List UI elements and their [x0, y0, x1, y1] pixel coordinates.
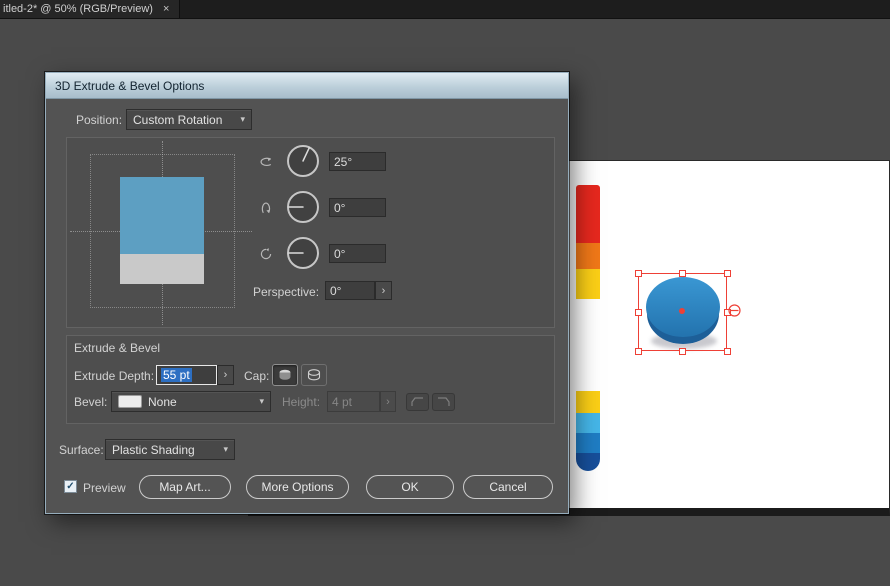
bevel-height-label: Height: [282, 395, 321, 409]
perspective-field[interactable]: 0° [325, 281, 375, 300]
position-dropdown[interactable]: Custom Rotation ▾ [126, 109, 252, 130]
cap-hollow-icon [307, 369, 321, 381]
bevel-extent-out-icon [411, 397, 423, 406]
chevron-down-icon: ▾ [223, 444, 228, 454]
position-label: Position: [76, 113, 123, 127]
illustrator-window: itled-2* @ 50% (RGB/Preview) × 3D Extrud… [0, 0, 890, 586]
rotate-x-value: 25° [334, 154, 353, 169]
bevel-extent-out-button [406, 393, 429, 411]
rotate-z-dial[interactable] [286, 236, 320, 270]
more-options-button-label: More Options [261, 480, 334, 494]
chevron-down-icon: ▾ [259, 396, 264, 406]
rotate-y-field[interactable]: 0° [329, 198, 386, 217]
chevron-right-icon: › [223, 369, 228, 381]
rotate-x-field[interactable]: 25° [329, 152, 386, 171]
rotate-y-value: 0° [334, 200, 346, 215]
selection-handle-bottom-left[interactable] [635, 348, 642, 355]
surface-dropdown[interactable]: Plastic Shading ▾ [105, 439, 235, 460]
surface-label: Surface: [59, 443, 104, 457]
document-tab-title: itled-2* @ 50% (RGB/Preview) [3, 3, 153, 15]
track-cube-front-face[interactable] [120, 177, 204, 254]
check-icon: ✓ [66, 481, 75, 492]
extrude-bevel-section-title: Extrude & Bevel [74, 341, 161, 355]
map-art-button[interactable]: Map Art... [139, 475, 231, 499]
cap-label: Cap: [244, 369, 270, 383]
dial-face [287, 191, 319, 223]
bevel-height-value: 4 pt [332, 394, 353, 409]
perspective-label: Perspective: [253, 285, 320, 299]
selection-handle-bottom-right[interactable] [724, 348, 731, 355]
artwork-strip-segment[interactable] [576, 185, 600, 243]
selection-center-anchor[interactable] [679, 308, 685, 314]
position-dropdown-value: Custom Rotation [133, 112, 223, 127]
cancel-button-label: Cancel [489, 480, 527, 494]
rotate-z-field[interactable]: 0° [329, 244, 386, 263]
chevron-down-icon: ▾ [240, 114, 245, 124]
bevel-label: Bevel: [74, 395, 108, 409]
cap-on-button[interactable] [272, 364, 298, 386]
selection-handle-top-center[interactable] [679, 270, 686, 277]
artwork-strip-segment[interactable] [576, 299, 600, 391]
rotate-x-dial[interactable] [286, 144, 320, 178]
extrude-depth-value: 55 pt [161, 368, 192, 382]
rotate-y-dial[interactable] [286, 190, 320, 224]
extrude-depth-stepper-button[interactable]: › [217, 365, 234, 385]
dialog-title: 3D Extrude & Bevel Options [55, 78, 205, 93]
bevel-extent-in-icon [438, 397, 450, 406]
artwork-strip-segment[interactable] [576, 269, 600, 299]
cap-off-button[interactable] [301, 364, 327, 386]
bevel-height-stepper-button: › [380, 391, 396, 412]
artwork-strip-segment[interactable] [576, 453, 600, 471]
rotate-z-value: 0° [334, 246, 346, 261]
chevron-right-icon: › [381, 284, 386, 297]
perspective-value: 0° [330, 283, 342, 298]
ok-button[interactable]: OK [366, 475, 454, 499]
perspective-stepper-button[interactable]: › [375, 281, 392, 300]
tab-close-icon[interactable]: × [163, 3, 169, 15]
dial-face [287, 145, 319, 177]
preview-checkbox[interactable]: ✓ [64, 480, 77, 493]
bevel-preview-swatch [118, 395, 142, 408]
track-cube-extrude-face[interactable] [120, 254, 204, 284]
selection-handle-top-left[interactable] [635, 270, 642, 277]
rotate-target-icon [728, 304, 741, 317]
bevel-dropdown[interactable]: None ▾ [111, 391, 271, 412]
artwork-strip-segment[interactable] [576, 391, 600, 413]
bevel-height-field: 4 pt [327, 391, 380, 412]
document-tab-bar: itled-2* @ 50% (RGB/Preview) × [0, 0, 890, 19]
more-options-button[interactable]: More Options [246, 475, 349, 499]
selection-handle-bottom-center[interactable] [679, 348, 686, 355]
rotate-y-axis-icon [258, 200, 274, 216]
extrude-depth-field[interactable]: 55 pt [156, 365, 217, 385]
extrude-bevel-dialog: 3D Extrude & Bevel Options Position: Cus… [45, 72, 569, 514]
rotate-x-axis-icon [258, 154, 274, 170]
rotate-z-axis-icon [258, 246, 274, 262]
map-art-button-label: Map Art... [159, 480, 211, 494]
selection-handle-top-right[interactable] [724, 270, 731, 277]
dial-face [287, 237, 319, 269]
bevel-dropdown-value: None [148, 394, 177, 409]
selection-handle-mid-left[interactable] [635, 309, 642, 316]
artwork-strip-segment[interactable] [576, 243, 600, 269]
cancel-button[interactable]: Cancel [463, 475, 553, 499]
artwork-strip-segment[interactable] [576, 433, 600, 453]
document-tab[interactable]: itled-2* @ 50% (RGB/Preview) × [0, 0, 181, 18]
extrude-depth-label: Extrude Depth: [74, 369, 155, 383]
chevron-right-icon: › [386, 395, 390, 408]
surface-dropdown-value: Plastic Shading [112, 442, 195, 457]
dialog-title-bar[interactable]: 3D Extrude & Bevel Options [46, 73, 568, 99]
artwork-strip[interactable] [576, 185, 600, 471]
cap-solid-icon [279, 369, 291, 380]
ok-button-label: OK [401, 480, 419, 494]
artwork-strip-segment[interactable] [576, 413, 600, 433]
preview-label: Preview [83, 481, 126, 495]
bevel-extent-in-button [432, 393, 455, 411]
selection-rotate-widget[interactable] [728, 304, 741, 317]
